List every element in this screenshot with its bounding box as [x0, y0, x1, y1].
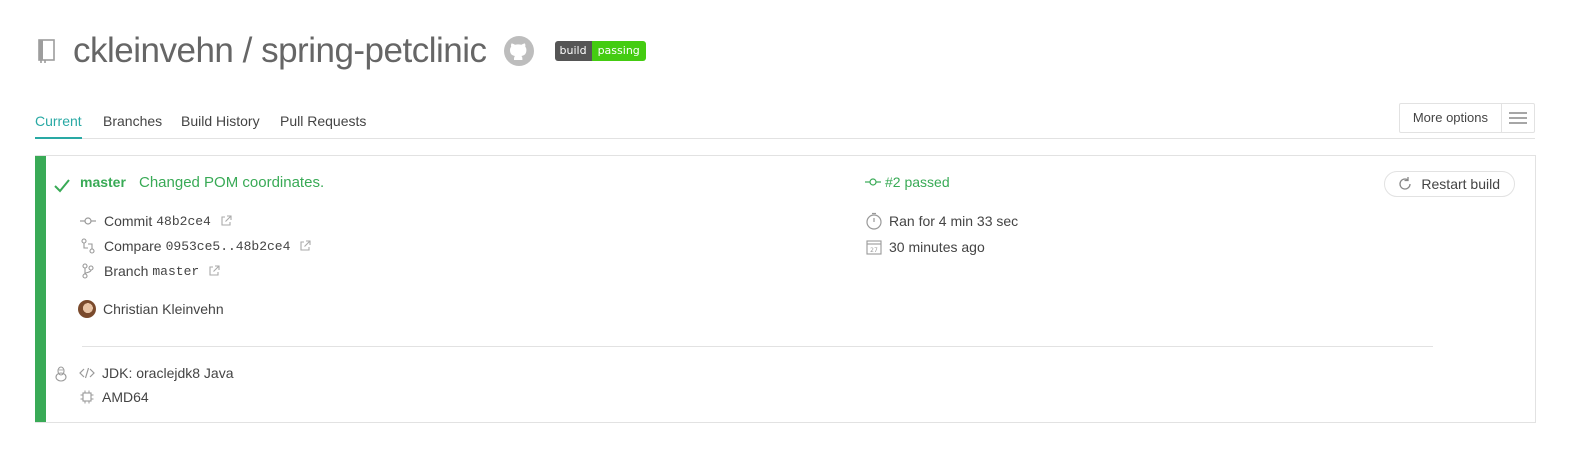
commit-icon [865, 176, 881, 188]
compare-label: Compare [104, 238, 162, 254]
linux-icon [53, 366, 69, 382]
tab-branches[interactable]: Branches [103, 113, 162, 129]
stopwatch-icon [865, 212, 883, 230]
tab-pull-requests[interactable]: Pull Requests [280, 113, 366, 129]
build-duration: Ran for 4 min 33 sec [889, 213, 1019, 229]
build-number-text: #2 passed [885, 174, 950, 190]
finished-row: 27 30 minutes ago [865, 238, 985, 256]
build-finished: 30 minutes ago [889, 239, 985, 255]
commit-message: Changed POM coordinates. [139, 174, 325, 191]
compare-row: Compare 0953ce5..48b2ce4 [80, 238, 311, 254]
badge-label: build [554, 41, 592, 61]
external-link-icon[interactable] [208, 265, 220, 277]
code-icon [79, 365, 95, 381]
job-language-row: JDK: oraclejdk8 Java [79, 365, 234, 381]
external-link-icon[interactable] [299, 240, 311, 252]
repo-name[interactable]: spring-petclinic [261, 31, 487, 70]
badge-status: passing [591, 41, 646, 61]
svg-text:27: 27 [870, 247, 878, 254]
commit-sha[interactable]: 48b2ce4 [156, 214, 211, 229]
passed-check-icon [53, 176, 71, 194]
repo-owner[interactable]: ckleinvehn [73, 31, 234, 70]
commit-icon [80, 213, 96, 229]
github-icon[interactable] [503, 35, 535, 67]
branch-row: Branch master [80, 263, 220, 279]
compare-icon [80, 238, 96, 254]
external-link-icon[interactable] [220, 215, 232, 227]
branch-value[interactable]: master [152, 264, 199, 279]
commit-row: Commit 48b2ce4 [80, 213, 232, 229]
job-arch-row: AMD64 [79, 389, 149, 405]
build-author: Christian Kleinvehn [78, 300, 224, 318]
more-options-label: More options [1400, 104, 1502, 132]
build-branch-link[interactable]: master [80, 174, 126, 190]
repo-icon [35, 36, 59, 66]
tab-build-history[interactable]: Build History [181, 113, 260, 129]
repo-title: ckleinvehn / spring-petclinic [73, 31, 487, 71]
hamburger-icon [1502, 104, 1534, 132]
repo-separator: / [233, 31, 262, 70]
restart-icon [1397, 176, 1413, 192]
repo-tabs: Current Branches Build History Pull Requ… [35, 103, 1535, 139]
branch-label: Branch [104, 263, 149, 279]
job-arch: AMD64 [102, 389, 149, 405]
job-language: JDK: oraclejdk8 Java [102, 365, 234, 381]
commit-label: Commit [104, 213, 153, 229]
divider [82, 346, 1433, 347]
calendar-icon: 27 [865, 238, 883, 256]
tab-current[interactable]: Current [35, 113, 82, 139]
build-status-badge[interactable]: build passing [554, 41, 646, 61]
status-stripe [35, 156, 46, 422]
avatar [78, 300, 96, 318]
compare-range[interactable]: 0953ce5..48b2ce4 [166, 239, 291, 254]
cpu-icon [79, 389, 95, 405]
build-card: master Changed POM coordinates. Commit 4… [35, 155, 1536, 423]
more-options-button[interactable]: More options [1398, 103, 1535, 133]
branch-icon [80, 263, 96, 279]
restart-build-label: Restart build [1421, 176, 1500, 192]
restart-build-button[interactable]: Restart build [1384, 171, 1515, 197]
repo-header: ckleinvehn / spring-petclinic build pass… [35, 28, 646, 74]
build-number-link[interactable]: #2 passed [865, 174, 950, 190]
duration-row: Ran for 4 min 33 sec [865, 212, 1018, 230]
author-name: Christian Kleinvehn [103, 301, 224, 317]
